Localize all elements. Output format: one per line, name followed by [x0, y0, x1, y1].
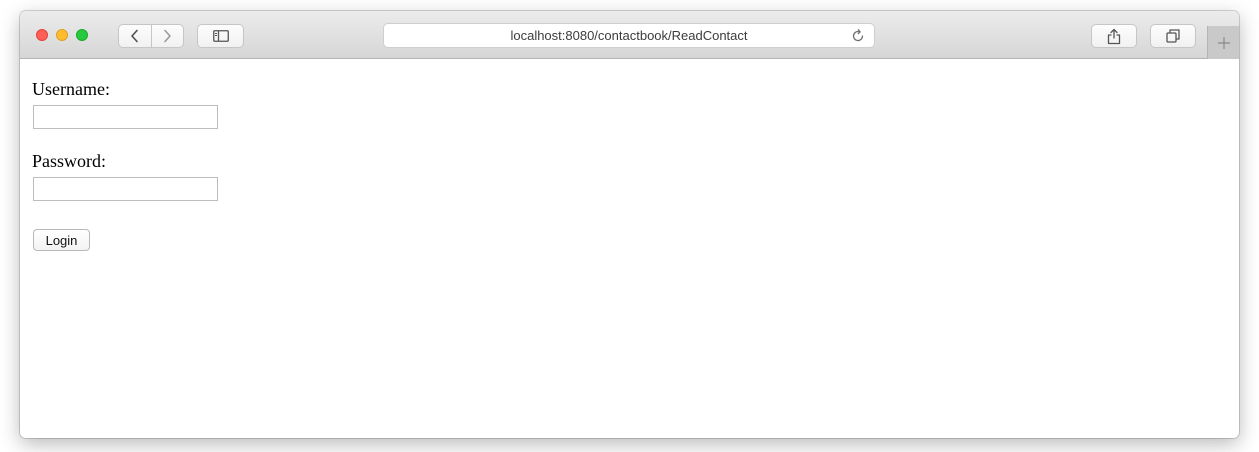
username-label: Username:: [32, 79, 110, 99]
close-window-button[interactable]: [36, 29, 48, 41]
maximize-window-button[interactable]: [76, 29, 88, 41]
password-input[interactable]: [33, 177, 218, 201]
nav-buttons: [118, 24, 184, 48]
login-button[interactable]: Login: [33, 229, 90, 251]
address-bar[interactable]: localhost:8080/contactbook/ReadContact: [383, 23, 875, 48]
back-button[interactable]: [119, 25, 151, 47]
share-button[interactable]: [1091, 24, 1137, 48]
reload-icon[interactable]: [850, 28, 866, 44]
share-icon: [1107, 28, 1121, 44]
forward-button[interactable]: [150, 25, 184, 47]
plus-icon: [1217, 36, 1230, 49]
page-content: Username: Password: Login: [20, 59, 1239, 438]
username-input[interactable]: [33, 105, 218, 129]
new-tab-button[interactable]: [1207, 26, 1239, 59]
browser-window: localhost:8080/contactbook/ReadContact U…: [20, 11, 1239, 438]
browser-toolbar: localhost:8080/contactbook/ReadContact: [20, 11, 1239, 59]
sidebar-icon: [212, 30, 229, 42]
minimize-window-button[interactable]: [56, 29, 68, 41]
url-text: localhost:8080/contactbook/ReadContact: [510, 28, 748, 43]
chevron-right-icon: [164, 29, 172, 43]
chevron-left-icon: [130, 29, 138, 43]
tabs-overview-icon: [1166, 29, 1180, 43]
password-label: Password:: [32, 151, 107, 171]
sidebar-button[interactable]: [197, 24, 244, 48]
tabs-overview-button[interactable]: [1150, 24, 1196, 48]
